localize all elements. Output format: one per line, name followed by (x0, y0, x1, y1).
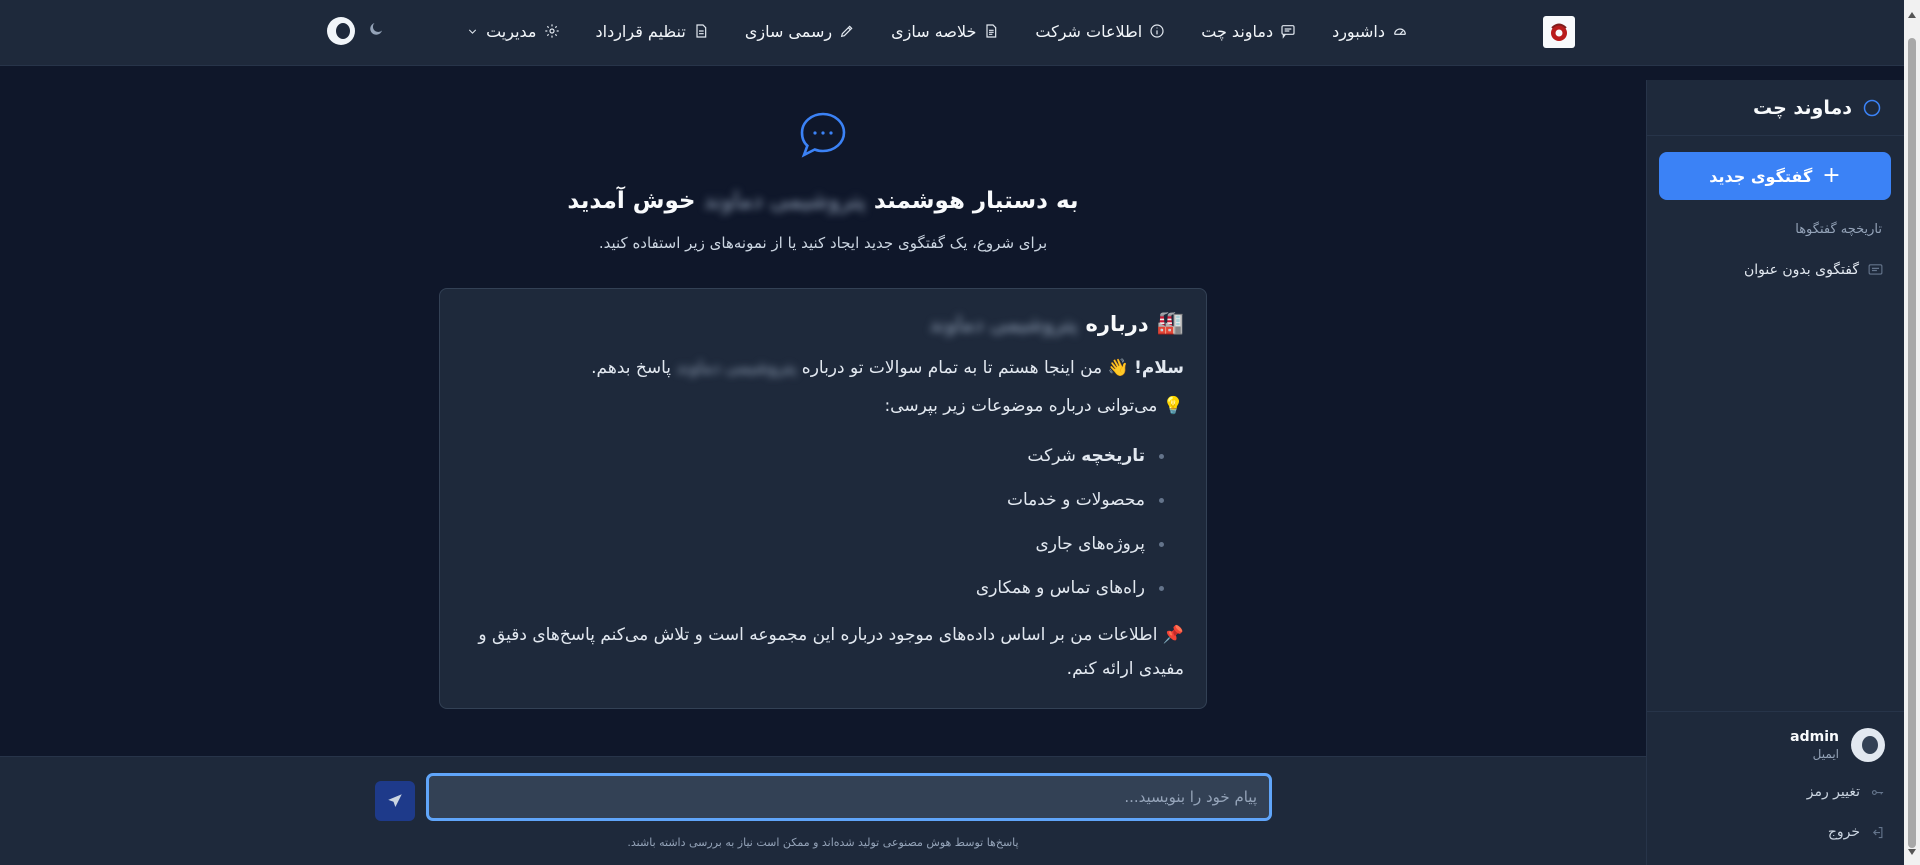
lightbulb-icon: 💡 (1162, 396, 1184, 416)
list-item: محصولات و خدمات (462, 478, 1164, 522)
top-navbar: داشبورد دماوند چت اطلاعات شرکت خلاصه ساز… (0, 0, 1904, 66)
change-password-link[interactable]: تغییر رمز (1807, 784, 1885, 800)
welcome-title: به دستیار هوشمند پتروشیمی دماوند خوش آمد… (323, 188, 1323, 214)
sidebar-title: دماوند چت (1753, 96, 1852, 119)
nav-management-label: مدیریت (486, 21, 537, 41)
company-logo[interactable] (1543, 16, 1575, 48)
welcome-subtitle: برای شروع، یک گفتگوی جدید ایجاد کنید یا … (598, 234, 1048, 252)
user-name: admin (1790, 729, 1839, 745)
message-composer: پاسخ‌ها توسط هوش مصنوعی تولید شده‌اند و … (0, 756, 1646, 865)
welcome-suffix: خوش آمدید (567, 188, 696, 214)
nav-contract[interactable]: تنظیم قرارداد (596, 22, 709, 41)
factory-icon: 🏭 (1156, 311, 1184, 336)
pen-icon (840, 25, 853, 38)
hello-bold: سلام! (1134, 358, 1184, 378)
topic-bold: تاریخچه (1081, 446, 1145, 466)
nav-dashboard[interactable]: داشبورد (1332, 22, 1408, 41)
nav-company-info-label: اطلاعات شرکت (1035, 21, 1143, 41)
key-icon (1871, 789, 1884, 795)
topic-text: محصولات و خدمات (1006, 490, 1145, 510)
nav-contract-label: تنظیم قرارداد (595, 21, 686, 41)
theme-toggle-icon[interactable] (327, 17, 355, 45)
topics-intro: 💡 می‌توانی درباره موضوعات زیر بپرسی: (462, 396, 1184, 416)
scroll-up-arrow[interactable] (1908, 12, 1916, 18)
contract-icon (696, 24, 707, 38)
topics-list: تاریخچه شرکت محصولات و خدمات پروژه‌های ج… (462, 434, 1184, 610)
nav-management[interactable]: مدیریت (466, 22, 559, 41)
topics-intro-text: می‌توانی درباره موضوعات زیر بپرسی: (884, 396, 1158, 416)
sidebar-footer: admin ایمیل تغییر رمز خروج (1647, 711, 1905, 865)
scroll-thumb[interactable] (1908, 38, 1916, 848)
moon-icon[interactable] (367, 20, 385, 42)
chat-bubble-icon (796, 108, 850, 162)
send-icon (388, 794, 402, 807)
document-icon (986, 24, 997, 38)
chevron-down-icon (468, 29, 477, 34)
nav-damavand-chat[interactable]: دماوند چت (1201, 22, 1296, 41)
user-email: ایمیل (1812, 747, 1839, 761)
logout-label: خروج (1827, 824, 1860, 840)
nav-formalize-label: رسمی سازی (744, 21, 833, 41)
ai-disclaimer: پاسخ‌ها توسط هوش مصنوعی تولید شده‌اند و … (627, 836, 1019, 849)
gear-icon (544, 24, 559, 38)
avatar (1851, 728, 1885, 762)
history-heading: تاریخچه گفتگوها (1795, 222, 1882, 237)
main-content: به دستیار هوشمند پتروشیمی دماوند خوش آمد… (0, 66, 1646, 756)
logo-icon (1551, 23, 1567, 41)
about-title-prefix: درباره (1085, 311, 1149, 336)
note-text: اطلاعات من بر اساس داده‌های موجود درباره… (478, 625, 1184, 679)
welcome-prefix: به دستیار هوشمند (873, 188, 1079, 214)
about-card-title: 🏭 درباره پتروشیمی دماوند (462, 311, 1184, 336)
hello-text-a: من اینجا هستم تا به تمام سوالات تو دربار… (801, 358, 1103, 378)
message-input[interactable] (426, 773, 1272, 821)
theme-switcher (327, 17, 385, 45)
list-item: پروژه‌های جاری (462, 522, 1164, 566)
note-paragraph: 📌 اطلاعات من بر اساس داده‌های موجود دربا… (462, 618, 1184, 686)
info-icon (1150, 24, 1164, 38)
sidebar-header: دماوند چت (1647, 80, 1904, 136)
message-icon (1281, 25, 1295, 39)
page-scrollbar[interactable] (1904, 0, 1920, 865)
change-password-label: تغییر رمز (1806, 784, 1860, 800)
send-button[interactable] (375, 781, 415, 821)
nav-summarize-label: خلاصه سازی (891, 21, 977, 41)
new-chat-button[interactable]: + گفتگوی جدید (1659, 152, 1891, 200)
logout-icon (1872, 826, 1883, 838)
nav-formalize[interactable]: رسمی سازی (745, 22, 855, 41)
hello-company-name: پتروشیمی دماوند (676, 358, 797, 378)
welcome-company-name: پتروشیمی دماوند (703, 188, 866, 214)
scroll-down-arrow[interactable] (1908, 849, 1916, 855)
wave-icon: 👋 (1107, 358, 1129, 378)
nav-company-info[interactable]: اطلاعات شرکت (1035, 22, 1165, 41)
history-item-label: گفتگوی بدون عنوان (1743, 262, 1859, 278)
topic-text: پروژه‌های جاری (1035, 534, 1146, 554)
list-item: تاریخچه شرکت (462, 434, 1164, 478)
about-card: 🏭 درباره پتروشیمی دماوند سلام! 👋 من اینج… (439, 288, 1207, 709)
logout-link[interactable]: خروج (1828, 824, 1885, 840)
gauge-icon (1394, 28, 1406, 35)
hello-paragraph: سلام! 👋 من اینجا هستم تا به تمام سوالات … (462, 358, 1184, 378)
user-profile[interactable]: admin ایمیل (1790, 728, 1885, 762)
nav-summarize[interactable]: خلاصه سازی (891, 22, 999, 41)
nav-dashboard-label: داشبورد (1332, 21, 1385, 41)
nav-damavand-chat-label: دماوند چت (1201, 21, 1274, 41)
pin-icon: 📌 (1162, 625, 1184, 645)
chat-icon (1863, 99, 1881, 116)
new-chat-label: گفتگوی جدید (1709, 166, 1813, 186)
chat-sidebar: دماوند چت + گفتگوی جدید تاریخچه گفتگوها … (1646, 80, 1905, 865)
message-icon (1868, 263, 1883, 275)
history-item[interactable]: گفتگوی بدون عنوان (1660, 254, 1892, 286)
plus-icon: + (1822, 163, 1841, 188)
topic-text: راه‌های تماس و همکاری (975, 578, 1145, 598)
list-item: راه‌های تماس و همکاری (462, 566, 1164, 610)
about-company-name: پتروشیمی دماوند (929, 311, 1078, 336)
topic-text: شرکت (1027, 446, 1076, 466)
hello-text-b: پاسخ بدهم. (591, 358, 672, 378)
main-nav: داشبورد دماوند چت اطلاعات شرکت خلاصه ساز… (466, 0, 1408, 62)
